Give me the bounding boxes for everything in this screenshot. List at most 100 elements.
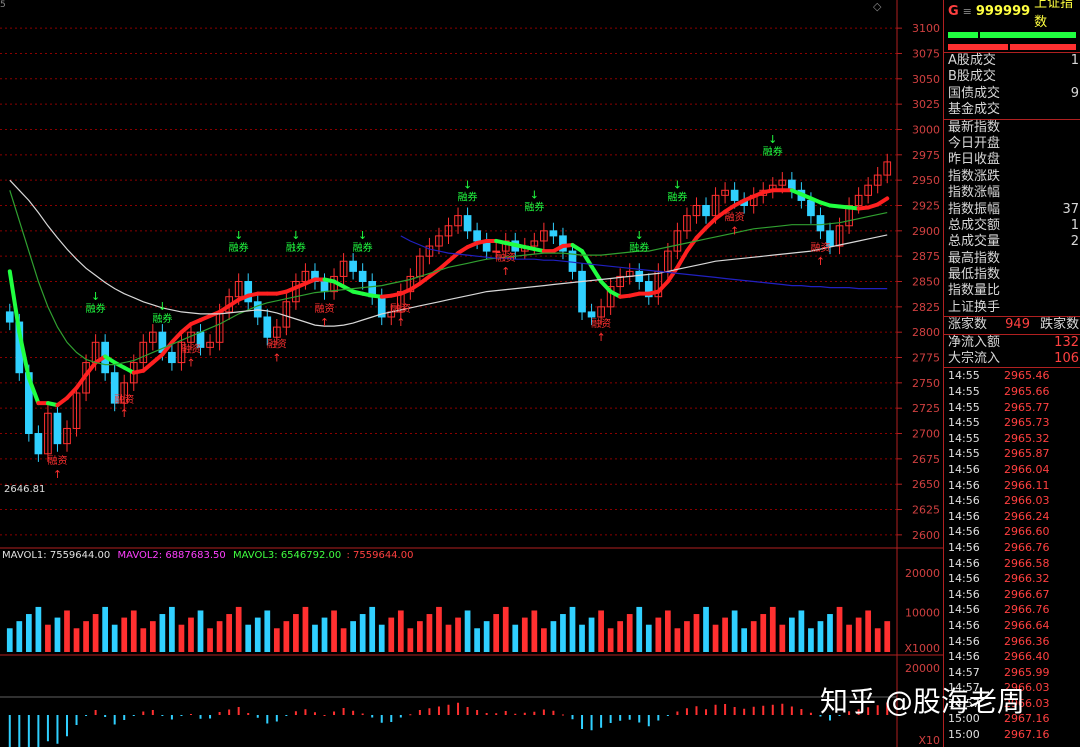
short-signal-label: 融券	[458, 190, 478, 203]
breadth-row: 涨家数 949 跌家数	[944, 317, 1080, 333]
panel-letter: G	[948, 3, 959, 19]
volume-bar	[245, 624, 252, 652]
price-tick-label: 2750	[912, 377, 940, 390]
macd-panel: 20000 X10	[0, 662, 940, 747]
candle-body	[263, 316, 272, 338]
index-row: 最低指数	[944, 267, 1080, 283]
trend-line-segment	[694, 225, 709, 240]
moving-averages	[7, 179, 890, 408]
price-tick-label: 2650	[912, 478, 940, 491]
price-tick-label: 3025	[912, 98, 940, 111]
volume-unit-label: X1000	[904, 642, 940, 655]
macd-bar	[170, 715, 173, 720]
flow-row-label: 大宗流入	[948, 351, 1001, 367]
tick-row: 14:56 2966.76	[944, 602, 1080, 618]
summary-row: B股成交	[944, 69, 1080, 85]
tick-row: 14:56 2966.76	[944, 540, 1080, 556]
volume-bar	[25, 614, 32, 652]
price-tick-label: 2700	[912, 428, 940, 441]
trend-line-segment	[84, 360, 98, 377]
volume-bar	[169, 606, 175, 652]
short-arrow-icon: ↓	[358, 229, 367, 242]
quote-header: G ≡ 999999 上证指数	[944, 0, 1080, 30]
summary-row: 国债成交 9	[944, 86, 1080, 102]
tick-time: 14:55	[948, 385, 980, 399]
price-tick-label: 2825	[912, 301, 940, 314]
tick-row: 14:55 2965.66	[944, 384, 1080, 400]
long-signal-label: 融资	[496, 252, 516, 264]
buy-bar-2	[980, 32, 1076, 38]
volume-bar	[674, 628, 681, 652]
macd-bar	[18, 715, 21, 747]
short-signal-label: 融券	[353, 241, 373, 254]
price-tick-label: 2975	[912, 149, 940, 162]
summary-row-label: 基金成交	[948, 102, 1001, 118]
summary-row: A股成交 1	[944, 53, 1080, 69]
volume-bar	[521, 617, 528, 652]
macd-bar	[809, 712, 812, 715]
flow-row-value: 132	[1054, 334, 1079, 350]
summary-row-label: B股成交	[948, 69, 996, 85]
volume-bar	[483, 621, 490, 652]
price-tick-label: 2950	[912, 174, 940, 187]
tick-price: 2966.76	[1004, 603, 1050, 617]
candle-body	[816, 215, 825, 232]
price-tick-label: 2725	[912, 402, 940, 415]
index-row: 今日开盘	[944, 136, 1080, 152]
menu-icon[interactable]: ≡	[963, 5, 972, 18]
macd-bar	[75, 715, 78, 725]
long-arrow-icon: ↑	[816, 255, 825, 268]
flow-section: 净流入额 132 大宗流入 106	[944, 333, 1080, 368]
tick-time: 14:56	[948, 525, 980, 539]
macd-bar	[399, 715, 402, 718]
volume-bar	[159, 614, 166, 652]
tick-row: 14:57 2965.99	[944, 665, 1080, 681]
volume-bar	[6, 628, 13, 652]
short-signal-label: 融券	[629, 241, 649, 254]
tick-price: 2966.67	[1004, 587, 1050, 601]
volume-bar	[378, 624, 385, 652]
macd-bar	[647, 715, 650, 727]
volume-bar	[436, 606, 442, 652]
price-tick-label: 2675	[912, 453, 940, 466]
long-arrow-icon: ↑	[396, 316, 405, 329]
macd-bar	[638, 715, 641, 723]
volume-bar	[502, 606, 509, 652]
macd-bar	[724, 704, 727, 715]
volume-bar	[788, 617, 795, 652]
macd-bar	[285, 715, 288, 716]
volume-bar	[445, 624, 452, 652]
index-row-value: 37	[1062, 201, 1079, 217]
index-row-label: 昨日收盘	[948, 152, 1001, 168]
macd-bar	[218, 712, 221, 715]
long-signal-label: 融资	[591, 318, 611, 330]
macd-bar	[294, 711, 297, 715]
volume-bar	[121, 617, 128, 652]
index-row-label: 总成交额	[948, 217, 1001, 233]
tick-row: 14:56 2966.24	[944, 509, 1080, 525]
long-arrow-icon: ↑	[501, 265, 510, 278]
candle-body	[702, 204, 710, 217]
index-row: 总成交额 1	[944, 218, 1080, 234]
trend-line-segment	[74, 372, 89, 390]
macd-bar	[705, 709, 708, 715]
volume-bar	[455, 617, 461, 652]
macd-bar	[752, 706, 755, 715]
kline-chart[interactable]: 融资↑↓融券融资↑↓融券融资↑↓融券融资↑↓融券融资↑↓融券融资↑↓融券融资↑↓…	[0, 0, 943, 747]
tick-time: 14:56	[948, 556, 980, 570]
macd-bar	[495, 713, 498, 715]
stock-code: 999999	[975, 3, 1031, 19]
short-signal-label: 融券	[86, 302, 106, 315]
tick-row: 14:56 2966.11	[944, 478, 1080, 494]
tick-time: 14:56	[948, 462, 980, 476]
price-tick-label: 2800	[912, 326, 940, 339]
index-row: 最新指数	[944, 120, 1080, 136]
index-row-label: 指数涨跌	[948, 168, 1001, 184]
volume-bar	[321, 617, 328, 652]
tick-price: 2965.32	[1004, 431, 1050, 445]
volume-bar	[64, 610, 70, 652]
macd-bar	[304, 709, 307, 715]
volume-bar	[693, 614, 700, 652]
macd-bar	[104, 715, 107, 717]
volume-bar	[512, 624, 519, 652]
